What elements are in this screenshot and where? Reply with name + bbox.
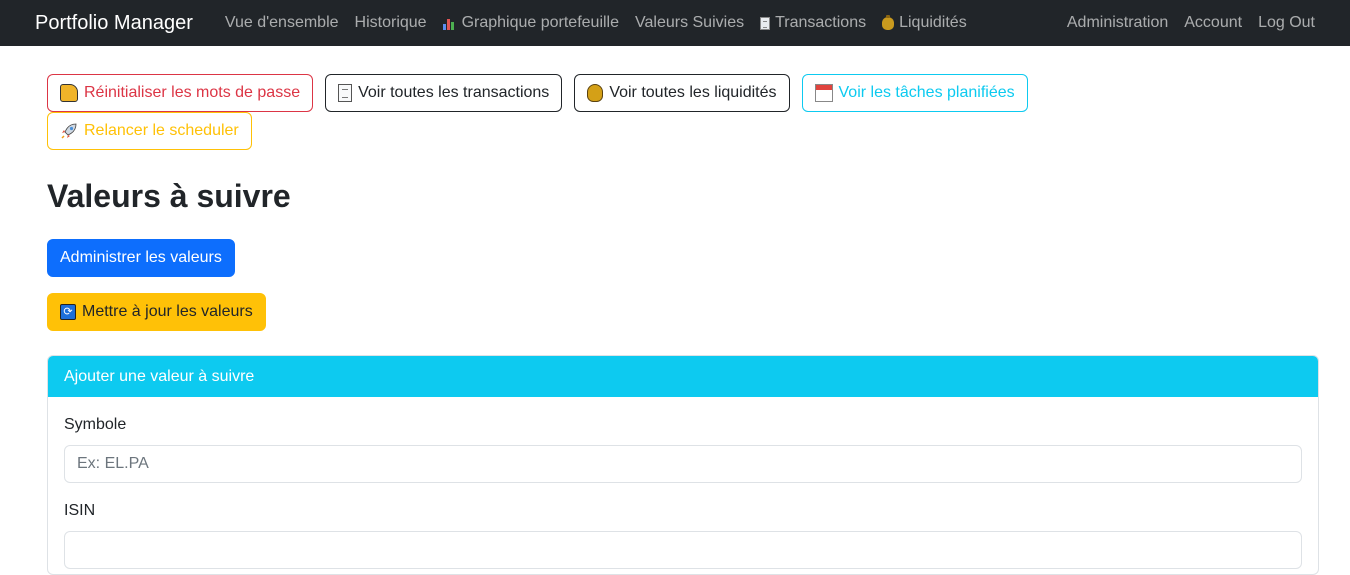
view-scheduled-tasks-label: Voir les tâches planifiées bbox=[838, 84, 1015, 101]
nav-tracked-values[interactable]: Valeurs Suivies bbox=[627, 14, 752, 32]
nav-portfolio-chart[interactable]: Graphique portefeuille bbox=[435, 14, 627, 32]
nav-transactions-label: Transactions bbox=[775, 14, 867, 31]
isin-label: ISIN bbox=[64, 502, 96, 519]
symbol-input[interactable] bbox=[64, 445, 1302, 483]
nav-transactions[interactable]: Transactions bbox=[752, 14, 874, 32]
main-container: Réinitialiser les mots de passe Voir tou… bbox=[0, 46, 1350, 575]
view-transactions-button[interactable]: Voir toutes les transactions bbox=[325, 74, 563, 112]
refresh-icon: ⟳ bbox=[60, 304, 76, 320]
isin-input[interactable] bbox=[64, 531, 1302, 569]
nav-administration[interactable]: Administration bbox=[1059, 14, 1176, 32]
nav-liquidities-label: Liquidités bbox=[899, 14, 967, 31]
nav-history[interactable]: Historique bbox=[347, 14, 435, 32]
nav-liquidities[interactable]: Liquidités bbox=[874, 14, 975, 32]
nav-account[interactable]: Account bbox=[1176, 14, 1250, 32]
admin-action-buttons: Réinitialiser les mots de passe Voir tou… bbox=[47, 74, 1047, 150]
bar-chart-icon bbox=[442, 17, 457, 30]
document-icon bbox=[760, 16, 771, 30]
reset-passwords-label: Réinitialiser les mots de passe bbox=[84, 84, 301, 101]
restart-scheduler-label: Relancer le scheduler bbox=[84, 122, 239, 139]
view-liquidities-button[interactable]: Voir toutes les liquidités bbox=[574, 74, 790, 112]
symbol-label: Symbole bbox=[64, 416, 127, 433]
view-scheduled-tasks-button[interactable]: Voir les tâches planifiées bbox=[801, 74, 1028, 112]
nav-history-label: Historique bbox=[354, 14, 427, 31]
view-transactions-label: Voir toutes les transactions bbox=[358, 84, 550, 101]
view-liquidities-label: Voir toutes les liquidités bbox=[609, 84, 777, 101]
nav-overview-label: Vue d'ensemble bbox=[224, 14, 339, 31]
rocket-icon bbox=[61, 123, 77, 139]
money-bag-icon bbox=[882, 14, 895, 30]
nav-tracked-values-label: Valeurs Suivies bbox=[635, 14, 745, 31]
add-value-form: Symbole ISIN bbox=[48, 397, 1318, 574]
top-navbar: Portfolio Manager Vue d'ensemble Histori… bbox=[0, 0, 1350, 46]
user-nav: Administration Account Log Out bbox=[1059, 14, 1323, 32]
document-icon bbox=[338, 84, 353, 102]
reset-passwords-button[interactable]: Réinitialiser les mots de passe bbox=[47, 74, 314, 112]
nav-logout[interactable]: Log Out bbox=[1250, 14, 1323, 32]
main-nav: Vue d'ensemble Historique Graphique port… bbox=[217, 14, 975, 32]
update-values-label: Mettre à jour les valeurs bbox=[82, 303, 253, 320]
page-title: Valeurs à suivre bbox=[47, 178, 291, 214]
restart-scheduler-button[interactable]: Relancer le scheduler bbox=[47, 112, 252, 150]
lock-key-icon bbox=[60, 84, 78, 102]
add-value-card: Ajouter une valeur à suivre Symbole ISIN bbox=[47, 355, 1319, 575]
add-value-card-header: Ajouter une valeur à suivre bbox=[48, 356, 1318, 397]
update-values-button[interactable]: ⟳ Mettre à jour les valeurs bbox=[47, 293, 266, 331]
money-bag-icon bbox=[587, 84, 604, 102]
brand-link[interactable]: Portfolio Manager bbox=[35, 12, 193, 35]
nav-portfolio-chart-label: Graphique portefeuille bbox=[461, 14, 619, 31]
nav-overview[interactable]: Vue d'ensemble bbox=[217, 14, 347, 32]
calendar-icon bbox=[814, 84, 833, 102]
manage-values-button[interactable]: Administrer les valeurs bbox=[47, 239, 235, 277]
